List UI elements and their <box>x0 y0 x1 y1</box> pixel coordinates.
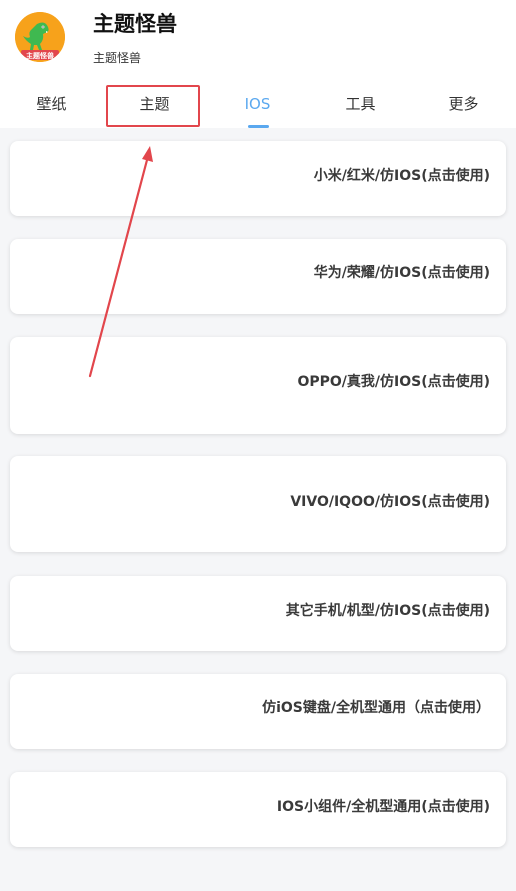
card-label: 其它手机/机型/仿IOS(点击使用) <box>285 603 490 619</box>
app-subtitle: 主题怪兽 <box>93 51 142 65</box>
annotation-arrow <box>88 146 153 378</box>
active-tab-indicator <box>248 125 269 128</box>
svg-text:主题怪兽: 主题怪兽 <box>26 51 54 60</box>
card-ios-keyboard[interactable]: 仿iOS键盘/全机型通用（点击使用） <box>10 674 506 749</box>
app-logo: 主题怪兽 <box>15 12 65 62</box>
card-label: OPPO/真我/仿IOS(点击使用) <box>297 374 490 390</box>
tab-tools[interactable]: 工具 <box>309 82 412 128</box>
tab-bar: 壁纸 主题 IOS 工具 更多 <box>0 82 516 128</box>
tab-ios[interactable]: IOS <box>206 82 309 128</box>
card-label: VIVO/IQOO/仿IOS(点击使用) <box>290 494 490 510</box>
tab-more[interactable]: 更多 <box>412 82 515 128</box>
tab-wallpaper[interactable]: 壁纸 <box>0 82 103 128</box>
card-label: 小米/红米/仿IOS(点击使用) <box>313 168 490 184</box>
card-other-phones[interactable]: 其它手机/机型/仿IOS(点击使用) <box>10 576 506 651</box>
card-xiaomi[interactable]: 小米/红米/仿IOS(点击使用) <box>10 141 506 216</box>
card-oppo[interactable]: OPPO/真我/仿IOS(点击使用) <box>10 337 506 434</box>
card-label: IOS小组件/全机型通用(点击使用) <box>276 799 490 815</box>
app-header: 主题怪兽 主题怪兽 主题怪兽 壁纸 主题 IOS 工具 更多 <box>0 0 516 128</box>
dinosaur-icon: 主题怪兽 <box>15 12 65 62</box>
card-label: 华为/荣耀/仿IOS(点击使用) <box>313 265 490 281</box>
card-huawei[interactable]: 华为/荣耀/仿IOS(点击使用) <box>10 239 506 314</box>
app-title: 主题怪兽 <box>93 12 177 36</box>
card-label: 仿iOS键盘/全机型通用（点击使用） <box>262 700 490 716</box>
annotation-highlight-box <box>106 85 200 127</box>
card-ios-widgets[interactable]: IOS小组件/全机型通用(点击使用) <box>10 772 506 847</box>
card-vivo[interactable]: VIVO/IQOO/仿IOS(点击使用) <box>10 456 506 552</box>
